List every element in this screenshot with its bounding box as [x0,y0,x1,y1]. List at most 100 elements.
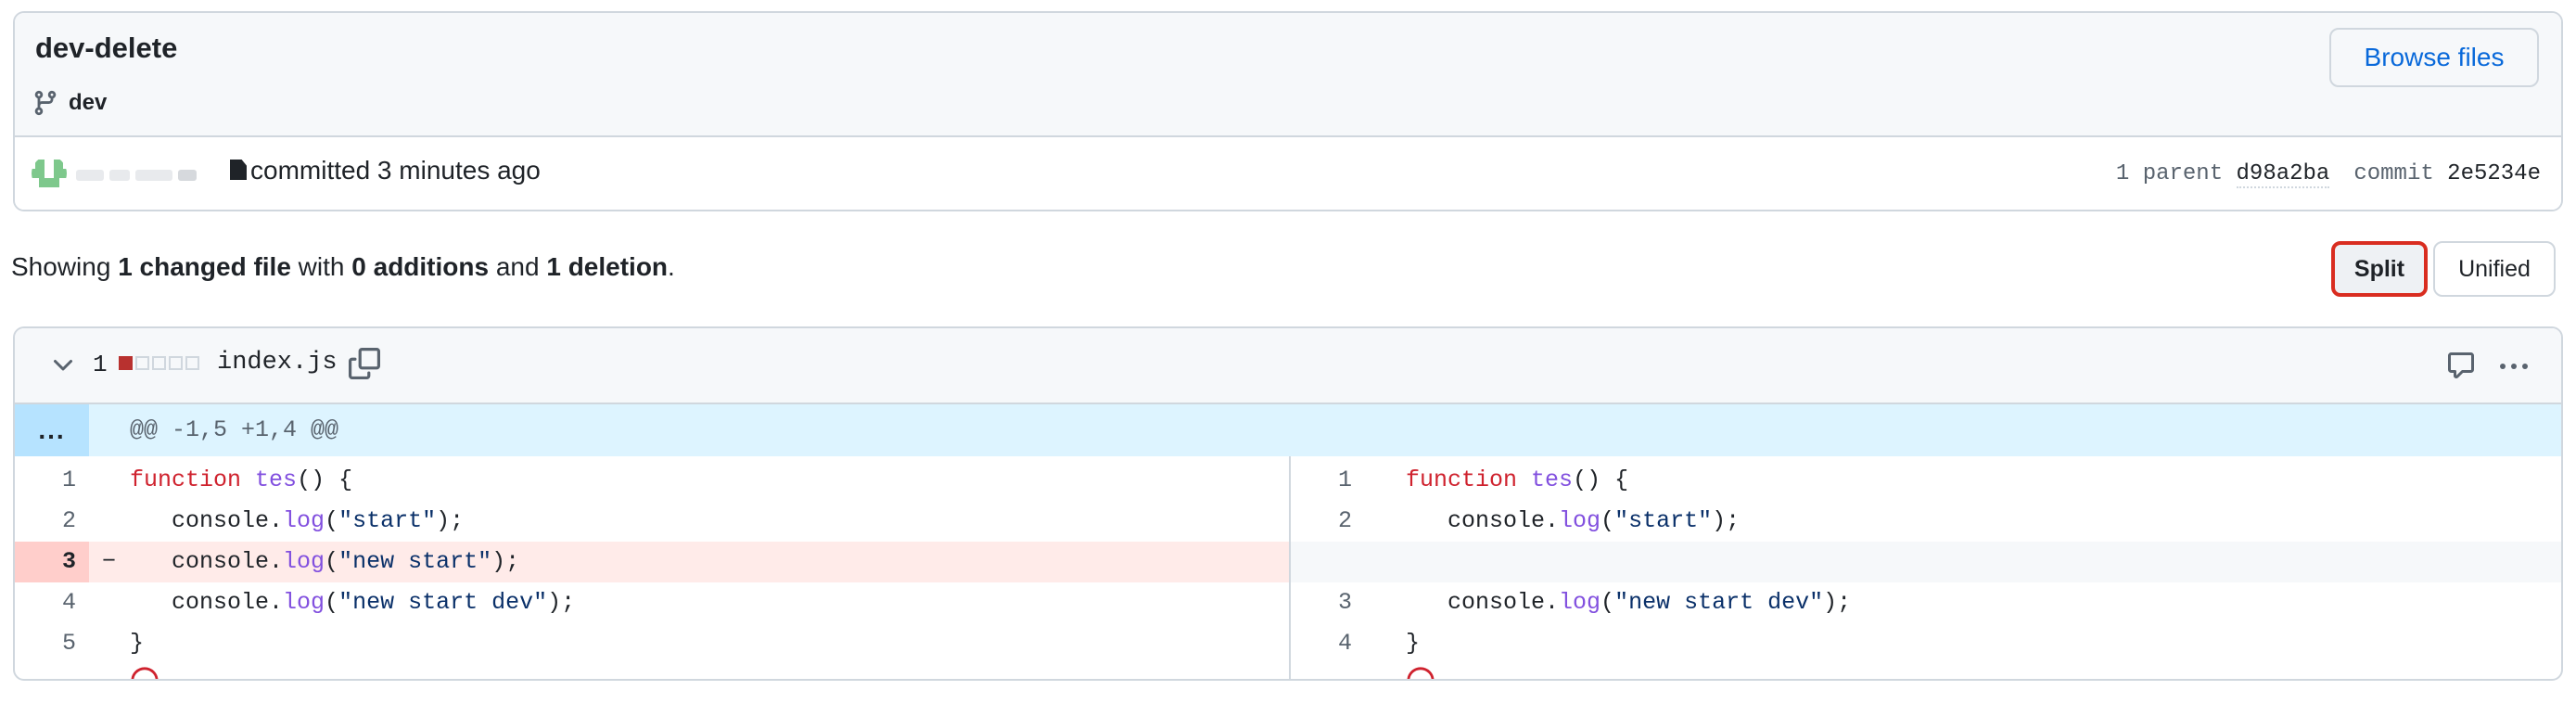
diffstat-neutral-block [135,356,149,370]
diff-summary: Showing 1 changed file with 0 additions … [11,252,675,282]
diffstat-neutral-block [185,356,199,370]
context-line: 1 function tes() { [1291,460,2561,501]
line-number[interactable]: 3 [1291,582,1365,623]
committed-time: committed 3 minutes ago [250,156,541,185]
commit-sha: 2e5234e [2447,161,2541,186]
code-token: ); [436,507,465,534]
code-token: ( [325,548,339,575]
deleted-line: 3− console.log("new start"); [15,542,1289,582]
line-number[interactable]: 5 [15,623,89,664]
branch-name[interactable]: dev [69,90,107,116]
line-number[interactable]: 4 [1291,623,1365,664]
hunk-header: @@ -1,5 +1,4 @@ [130,416,339,443]
diff-pane-left: 1 function tes() {2 console.log("start");… [15,456,1291,681]
diff-view-toggle: Split Unified [2331,241,2556,297]
no-entry-icon[interactable] [1406,666,1435,681]
code-token: log [1559,589,1601,616]
summary-prefix: Showing [11,252,119,281]
code-token: } [1406,630,1421,657]
diffstat-neutral-block [169,356,183,370]
commit-title: dev-delete [35,32,178,64]
commit-refs: 1 parent d98a2ba commit 2e5234e [2115,161,2541,188]
author-name-redacted [76,167,215,184]
line-number[interactable]: 2 [15,501,89,542]
code-token: log [283,548,325,575]
code-token: ( [1600,589,1615,616]
code-token: ( [325,589,339,616]
kebab-horizontal-icon[interactable] [2500,352,2533,380]
code-content: function tes() { [130,460,352,501]
file-name-link[interactable]: index.js [217,349,338,377]
line-number[interactable] [1291,542,1365,582]
deletions-count: 1 deletion [546,252,669,281]
code-token: ); [491,548,520,575]
expand-hunk-button[interactable]: ... [15,404,89,456]
commit-title-bar: dev-delete dev Browse files [15,13,2561,137]
line-number[interactable]: 4 [15,582,89,623]
context-line: 1 function tes() { [15,460,1289,501]
code-token: () { [297,467,353,493]
browse-files-button[interactable]: Browse files [2329,28,2539,87]
chevron-down-icon[interactable] [48,351,78,380]
context-line: 3 console.log("new start dev"); [1291,582,2561,623]
diff-pane-right: 1 function tes() {2 console.log("start");… [1291,456,2561,681]
changed-files-count: 1 changed file [118,252,291,281]
parent-sha-link[interactable]: d98a2ba [2236,161,2330,188]
empty-line [1291,542,2561,582]
code-token: log [283,589,325,616]
code-token: function [130,467,242,493]
commit-meta-bar: committed 3 minutes ago 1 parent d98a2ba… [15,137,2561,210]
file-change-count: 1 [93,351,108,378]
code-token: "new start dev" [338,589,548,616]
diffstat-neutral-block [152,356,166,370]
context-line: 2 console.log("start"); [15,501,1289,542]
diffstat-deletion-block [119,356,133,370]
context-line: 2 console.log("start"); [1291,501,2561,542]
code-content: } [130,623,144,664]
diffstat-bar [119,356,199,370]
commit-label: commit [2353,161,2434,186]
parent-label: 1 parent [2115,161,2224,186]
file-diff-header: 1 index.js [15,328,2561,404]
code-token: console. [1406,589,1560,616]
code-content: console.log("start"); [1406,501,1740,542]
context-line: 4} [1291,623,2561,664]
unified-view-button[interactable]: Unified [2433,241,2556,297]
comment-icon[interactable] [2446,351,2476,380]
code-token: console. [130,589,284,616]
copy-icon[interactable] [349,347,380,380]
avatar[interactable] [32,156,67,191]
code-token: () { [1573,467,1629,493]
code-token: tes [255,467,298,493]
summary-suffix: . [668,252,675,281]
code-token: "start" [1614,507,1713,534]
line-number[interactable]: 2 [1291,501,1365,542]
code-content: console.log("new start dev"); [1406,582,1851,623]
parent-ref: 1 parent d98a2ba [2115,161,2330,188]
code-token: tes [1531,467,1574,493]
context-line: 4 console.log("new start dev"); [15,582,1289,623]
code-token: ); [1712,507,1741,534]
commit-ref: commit 2e5234e [2353,161,2541,186]
file-icon [230,160,247,180]
code-token: "new start dev" [1614,589,1824,616]
line-number[interactable]: 1 [1291,460,1365,501]
code-token: log [283,507,325,534]
no-entry-icon[interactable] [130,666,159,681]
split-view-button[interactable]: Split [2331,241,2428,297]
line-number[interactable]: 3 [15,542,89,582]
code-token: log [1559,507,1601,534]
context-line: 5} [15,623,1289,664]
summary-and: and [489,252,547,281]
hunk-header-row: ... @@ -1,5 +1,4 @@ [15,404,2561,456]
code-content: } [1406,623,1420,664]
summary-with: with [290,252,352,281]
commit-header: dev-delete dev Browse files committed 3 … [13,11,2563,211]
line-number[interactable]: 1 [15,460,89,501]
code-token: ); [1823,589,1852,616]
code-token: console. [1406,507,1560,534]
code-token: } [130,630,145,657]
code-token: ( [1600,507,1615,534]
